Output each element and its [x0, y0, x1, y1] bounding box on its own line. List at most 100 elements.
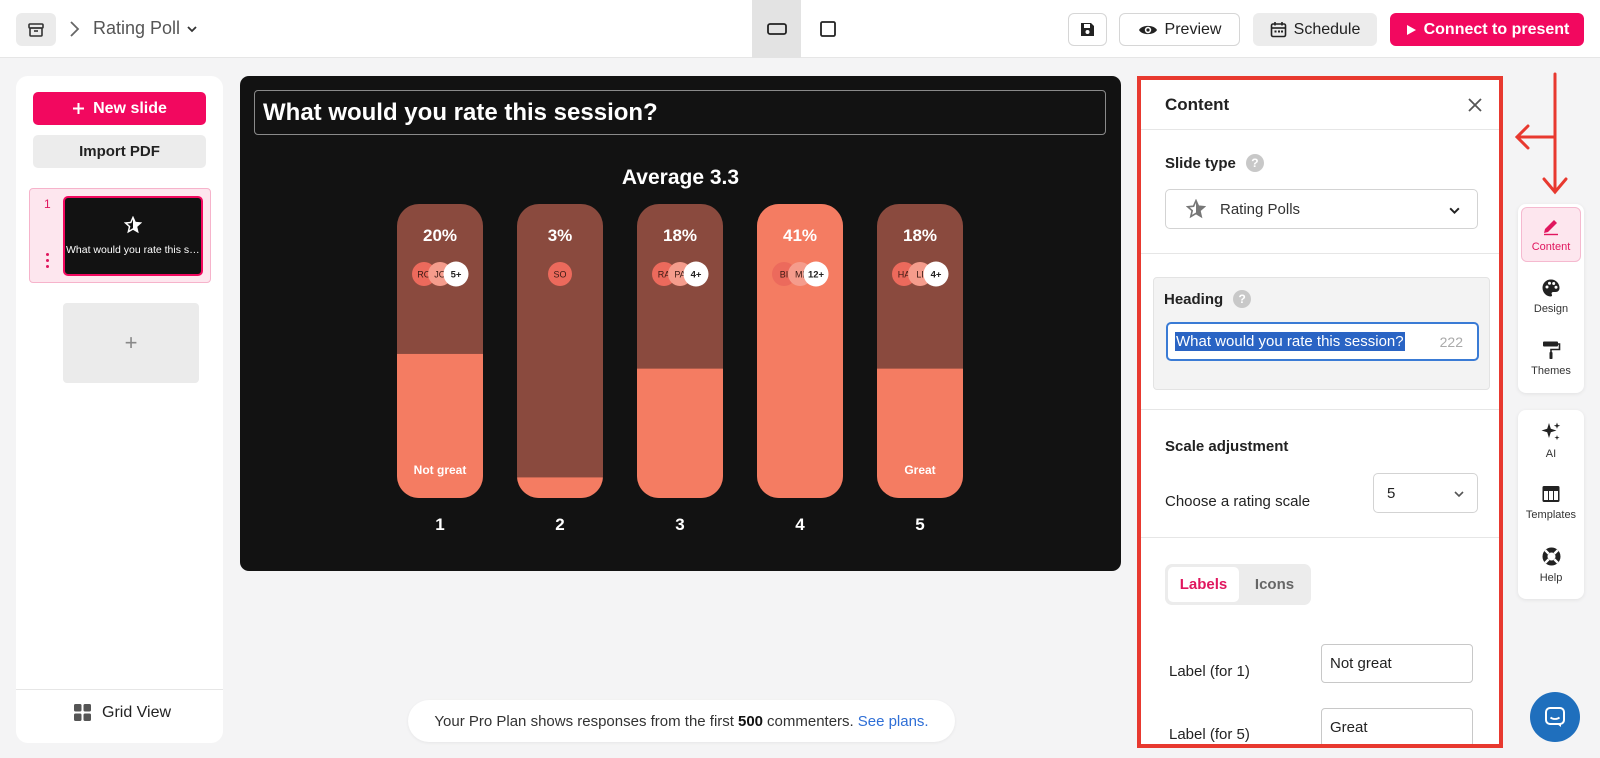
help-icon[interactable]: ? — [1245, 154, 1264, 172]
schedule-button[interactable]: Schedule — [1253, 13, 1377, 46]
square-icon — [819, 21, 836, 37]
notice-count: 500 — [737, 712, 764, 730]
eye-icon — [1138, 25, 1157, 34]
chevron-down-icon — [187, 25, 197, 32]
rail-ai-label: AI — [1545, 448, 1557, 460]
label-1-value: Not great — [1330, 655, 1392, 672]
widescreen-layout-button[interactable] — [752, 0, 801, 58]
slide-menu-icon[interactable] — [46, 253, 49, 271]
section-divider — [1141, 253, 1499, 254]
tab-icons[interactable]: Icons — [1241, 567, 1308, 602]
label-1-input[interactable]: Not great — [1321, 644, 1473, 683]
heading-input-value: What would you rate this session? — [1175, 332, 1405, 351]
bar-value-label: 3% — [548, 226, 573, 245]
rail-themes[interactable]: Themes — [1521, 331, 1581, 386]
preview-button[interactable]: Preview — [1119, 13, 1240, 46]
slide-thumbnail[interactable]: What would you rate this session? — [63, 196, 203, 276]
grid-icon — [74, 704, 91, 721]
bar-category-label: 3 — [675, 515, 684, 534]
bar-value-label: 18% — [663, 226, 697, 245]
label-5-text: Label (for 5) — [1169, 726, 1250, 743]
rail-templates[interactable]: Templates — [1521, 475, 1581, 530]
schedule-label: Schedule — [1293, 20, 1361, 38]
section-divider — [1141, 537, 1499, 538]
more-respondents-count: 5+ — [451, 270, 462, 281]
import-pdf-label: Import PDF — [79, 143, 160, 160]
home-button[interactable] — [16, 13, 56, 46]
notice-text-before: Your Pro Plan shows responses from the f… — [434, 712, 734, 730]
heading-input[interactable]: What would you rate this session? 222 — [1166, 322, 1479, 361]
bar-fill — [517, 477, 603, 498]
preview-label: Preview — [1164, 20, 1222, 38]
heading-label-row: Heading ? — [1164, 290, 1252, 308]
save-icon — [1081, 23, 1094, 36]
more-respondents-count: 4+ — [691, 270, 702, 281]
slide-number: 1 — [44, 197, 51, 211]
plus-icon — [73, 103, 85, 114]
see-plans-link[interactable]: See plans. — [858, 713, 929, 730]
star-icon — [124, 216, 142, 234]
new-slide-button[interactable]: New slide — [33, 92, 206, 125]
respondent-initials: SO — [553, 270, 566, 280]
bar-fill — [877, 368, 963, 498]
bar-value-label: 18% — [903, 226, 937, 245]
rating-chart: 20%RO JO 5+Not great13%SO218%RA PA 4+341%BI M… — [397, 204, 963, 534]
table-icon — [1542, 486, 1560, 502]
rail-ai[interactable]: AI — [1521, 413, 1581, 468]
bar-category-label: 1 — [435, 515, 444, 534]
label-5-value: Great — [1330, 719, 1368, 736]
heading-label: Heading — [1164, 290, 1224, 308]
bar-category-label: 5 — [915, 515, 924, 534]
new-slide-label: New slide — [93, 99, 167, 117]
close-icon[interactable] — [1466, 96, 1484, 114]
chevron-right-icon — [70, 21, 80, 37]
rail-themes-label: Themes — [1531, 365, 1571, 377]
rail-design[interactable]: Design — [1521, 269, 1581, 324]
poll-title-dropdown[interactable]: Rating Poll — [93, 18, 198, 39]
square-layout-button[interactable] — [803, 0, 852, 58]
top-bar: Rating Poll Preview Schedule Connect to … — [0, 0, 1600, 58]
rail-content[interactable]: Content — [1521, 207, 1581, 262]
respondent-initials: BI — [780, 270, 789, 280]
respondent-initials: LI — [916, 270, 924, 280]
bar-value-label: 20% — [423, 226, 457, 245]
rail-templates-label: Templates — [1525, 509, 1577, 521]
bar-category-label: 2 — [555, 515, 564, 534]
slide-canvas: What would you rate this session? Averag… — [240, 76, 1121, 571]
chat-icon — [1545, 707, 1565, 727]
import-pdf-button[interactable]: Import PDF — [33, 135, 206, 168]
tab-labels[interactable]: Labels — [1168, 567, 1239, 602]
sparkles-icon — [1541, 422, 1561, 441]
tools-rail: AI Templates Help — [1518, 410, 1584, 599]
heading-char-count: 222 — [1439, 334, 1463, 350]
rating-scale-label: Choose a rating scale — [1165, 493, 1311, 510]
save-button[interactable] — [1068, 13, 1107, 46]
pencil-icon — [1544, 220, 1558, 236]
scale-adjustment-heading: Scale adjustment — [1165, 438, 1289, 455]
chat-support-button[interactable] — [1530, 692, 1580, 742]
help-icon[interactable]: ? — [1233, 290, 1252, 308]
rating-scale-select[interactable]: 5 — [1373, 473, 1478, 513]
slide-thumbnail-text: What would you rate this session? — [66, 244, 200, 256]
slide-list-item[interactable]: 1 What would you rate this session? — [29, 188, 211, 283]
poll-title: Rating Poll — [93, 18, 181, 38]
chevron-down-icon — [1449, 207, 1460, 215]
sidebar-divider — [16, 689, 223, 690]
bar-track — [517, 204, 603, 498]
bar-fill — [757, 204, 843, 498]
arrow-left-annotation — [1514, 124, 1557, 150]
rail-help[interactable]: Help — [1521, 537, 1581, 592]
slide-type-value: Rating Polls — [1220, 200, 1301, 218]
add-slide-button[interactable]: + — [63, 303, 199, 383]
connect-to-present-button[interactable]: Connect to present — [1390, 13, 1584, 46]
slide-type-select[interactable]: Rating Polls — [1165, 189, 1478, 229]
pro-plan-notice: Your Pro Plan shows responses from the f… — [408, 700, 955, 742]
grid-view-button[interactable]: Grid View — [73, 703, 171, 722]
palette-icon — [1542, 279, 1560, 297]
section-divider — [1141, 409, 1499, 410]
label-5-input[interactable]: Great — [1321, 708, 1473, 744]
add-slide-label: + — [124, 330, 138, 355]
archive-icon — [28, 22, 44, 37]
bar-scale-label: Great — [904, 463, 935, 477]
labels-icons-toggle: Labels Icons — [1165, 564, 1311, 605]
